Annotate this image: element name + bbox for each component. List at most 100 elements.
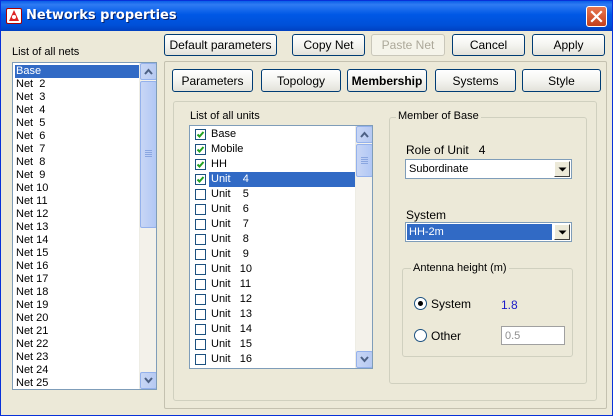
unit-list-item[interactable]: Unit 16 bbox=[192, 352, 356, 367]
net-list-item[interactable]: Net 10 bbox=[15, 182, 139, 195]
copy-net-button[interactable]: Copy Net bbox=[292, 34, 365, 56]
tab-systems[interactable]: Systems bbox=[435, 69, 516, 92]
units-scrollbar[interactable] bbox=[355, 126, 372, 368]
chevron-down-icon bbox=[144, 377, 153, 384]
net-list-item[interactable]: Net 14 bbox=[15, 234, 139, 247]
nets-scroll-up-button[interactable] bbox=[140, 63, 156, 80]
net-list-item[interactable]: Net 19 bbox=[15, 299, 139, 312]
unit-label: Unit 16 bbox=[211, 353, 252, 365]
net-list-item[interactable]: Net 22 bbox=[15, 338, 139, 351]
unit-list-item[interactable]: Unit 10 bbox=[192, 262, 356, 277]
close-button[interactable] bbox=[586, 6, 607, 27]
unit-checkbox[interactable] bbox=[195, 279, 206, 290]
unit-checkbox[interactable] bbox=[195, 129, 206, 140]
unit-list-item[interactable]: Unit 14 bbox=[192, 322, 356, 337]
unit-checkbox[interactable] bbox=[195, 219, 206, 230]
tab-parameters[interactable]: Parameters bbox=[172, 69, 253, 92]
unit-list-item[interactable]: Mobile bbox=[192, 142, 356, 157]
net-list-item[interactable]: Net 25 bbox=[15, 377, 139, 389]
net-list-item[interactable]: Net 11 bbox=[15, 195, 139, 208]
net-list-item[interactable]: Net 8 bbox=[15, 156, 139, 169]
tab-style[interactable]: Style bbox=[522, 69, 601, 92]
checkmark-icon bbox=[196, 176, 205, 183]
units-scroll-thumb[interactable] bbox=[356, 144, 372, 177]
unit-label: Unit 5 bbox=[211, 188, 249, 200]
net-list-item[interactable]: Net 13 bbox=[15, 221, 139, 234]
role-combobox[interactable]: Subordinate bbox=[405, 159, 572, 179]
unit-checkbox[interactable] bbox=[195, 324, 206, 335]
app-icon bbox=[6, 8, 22, 24]
apply-button[interactable]: Apply bbox=[532, 34, 605, 56]
unit-checkbox[interactable] bbox=[195, 144, 206, 155]
unit-list-item[interactable]: Unit 9 bbox=[192, 247, 356, 262]
net-list-item[interactable]: Net 7 bbox=[15, 143, 139, 156]
chevron-down-icon bbox=[360, 356, 369, 363]
unit-checkbox[interactable] bbox=[195, 264, 206, 275]
unit-list-item[interactable]: HH bbox=[192, 157, 356, 172]
net-list-item[interactable]: Net 20 bbox=[15, 312, 139, 325]
unit-list-item[interactable]: Unit 6 bbox=[192, 202, 356, 217]
title-bar[interactable]: Networks properties bbox=[1, 1, 612, 31]
role-unit-number: 4 bbox=[478, 143, 486, 157]
unit-checkbox[interactable] bbox=[195, 339, 206, 350]
unit-checkbox[interactable] bbox=[195, 294, 206, 305]
unit-list-item[interactable]: Unit 8 bbox=[192, 232, 356, 247]
net-list-item[interactable]: Net 2 bbox=[15, 78, 139, 91]
nets-scroll-thumb[interactable] bbox=[140, 81, 156, 228]
window-title: Networks properties bbox=[26, 8, 177, 23]
nets-list-label: List of all nets bbox=[12, 46, 80, 58]
tab-membership[interactable]: Membership bbox=[347, 69, 427, 92]
antenna-other-radio[interactable] bbox=[414, 329, 427, 342]
nets-listbox[interactable]: Base Net 2 Net 3 Net 4 Net 5 Net 6 Net 7 Net 8N… bbox=[12, 62, 157, 390]
net-list-item[interactable]: Net 4 bbox=[15, 104, 139, 117]
unit-checkbox[interactable] bbox=[195, 189, 206, 200]
antenna-system-radio[interactable] bbox=[414, 297, 427, 310]
system-dropdown-button[interactable] bbox=[554, 224, 570, 240]
default-parameters-button[interactable]: Default parameters bbox=[164, 34, 277, 56]
net-list-item[interactable]: Net 6 bbox=[15, 130, 139, 143]
checkmark-icon bbox=[196, 131, 205, 138]
net-list-item[interactable]: Net 5 bbox=[15, 117, 139, 130]
cancel-button[interactable]: Cancel bbox=[452, 34, 525, 56]
system-combobox[interactable]: HH-2m bbox=[405, 222, 572, 242]
unit-label: Unit 15 bbox=[211, 338, 252, 350]
unit-list-item[interactable]: Unit 11 bbox=[192, 277, 356, 292]
unit-list-item[interactable]: Base bbox=[192, 127, 356, 142]
unit-checkbox[interactable] bbox=[195, 354, 206, 365]
net-list-item[interactable]: Net 16 bbox=[15, 260, 139, 273]
net-list-item[interactable]: Net 17 bbox=[15, 273, 139, 286]
net-list-item[interactable]: Net 24 bbox=[15, 364, 139, 377]
units-listbox[interactable]: Base Mobile HH Unit 4 Unit 5 Unit 6 Unit 7 Unit… bbox=[189, 125, 373, 369]
net-list-item[interactable]: Net 18 bbox=[15, 286, 139, 299]
net-list-item[interactable]: Net 21 bbox=[15, 325, 139, 338]
net-list-item[interactable]: Net 15 bbox=[15, 247, 139, 260]
unit-list-item[interactable]: Unit 7 bbox=[192, 217, 356, 232]
system-label: System bbox=[406, 208, 447, 222]
unit-checkbox[interactable] bbox=[195, 309, 206, 320]
net-list-item[interactable]: Net 23 bbox=[15, 351, 139, 364]
unit-list-item[interactable]: Unit 15 bbox=[192, 337, 356, 352]
nets-scroll-down-button[interactable] bbox=[140, 372, 156, 389]
antenna-other-input[interactable]: 0.5 bbox=[501, 326, 565, 345]
antenna-other-option: Other bbox=[431, 329, 462, 343]
unit-label: Unit 7 bbox=[211, 218, 249, 230]
unit-checkbox[interactable] bbox=[195, 174, 206, 185]
unit-checkbox[interactable] bbox=[195, 249, 206, 260]
unit-list-item[interactable]: Unit 13 bbox=[192, 307, 356, 322]
unit-checkbox[interactable] bbox=[195, 204, 206, 215]
unit-list-item[interactable]: Unit 4 bbox=[192, 172, 356, 187]
role-dropdown-button[interactable] bbox=[554, 161, 570, 177]
units-scroll-down-button[interactable] bbox=[356, 351, 372, 368]
unit-checkbox[interactable] bbox=[195, 234, 206, 245]
net-list-item[interactable]: Net 12 bbox=[15, 208, 139, 221]
tab-topology[interactable]: Topology bbox=[261, 69, 341, 92]
net-list-item[interactable]: Net 9 bbox=[15, 169, 139, 182]
paste-net-button[interactable]: Paste Net bbox=[371, 34, 445, 56]
unit-list-item[interactable]: Unit 5 bbox=[192, 187, 356, 202]
net-list-item[interactable]: Net 3 bbox=[15, 91, 139, 104]
unit-list-item[interactable]: Unit 12 bbox=[192, 292, 356, 307]
units-scroll-up-button[interactable] bbox=[356, 126, 372, 143]
net-list-item[interactable]: Base bbox=[15, 65, 139, 78]
unit-checkbox[interactable] bbox=[195, 159, 206, 170]
nets-scrollbar[interactable] bbox=[139, 63, 156, 389]
